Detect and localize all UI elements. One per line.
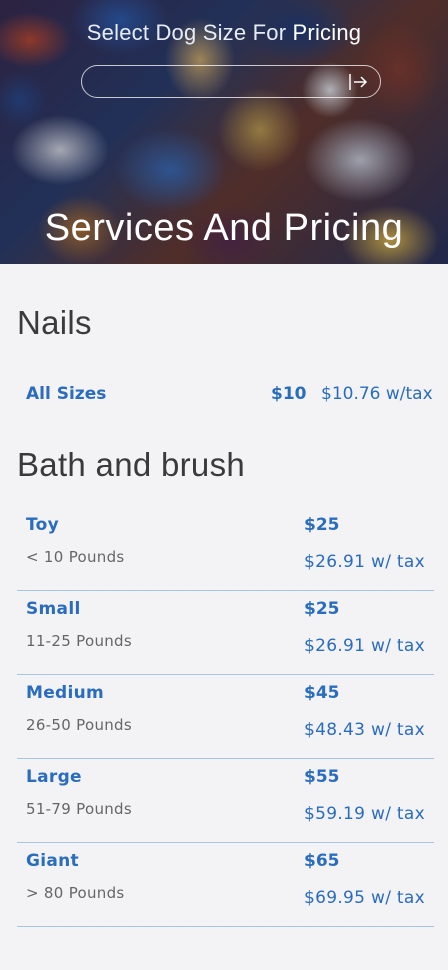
section-title-nails: Nails: [17, 304, 92, 341]
size-name: Medium: [26, 683, 105, 703]
size-name: Toy: [26, 515, 59, 535]
size-name: Giant: [26, 851, 79, 871]
size-price-with-tax: $26.91 w/ tax: [304, 636, 425, 656]
size-price: $45: [304, 683, 340, 703]
nails-size-label: All Sizes: [26, 384, 107, 404]
size-weight: 11-25 Pounds: [26, 632, 132, 650]
size-select-prompt: Select Dog Size For Pricing: [0, 20, 448, 46]
size-price: $25: [304, 599, 340, 619]
nails-price: $10: [271, 384, 307, 404]
nails-price-row: All Sizes $10 $10.76 w/tax: [0, 384, 448, 406]
size-weight: < 10 Pounds: [26, 548, 125, 566]
size-weight: 51-79 Pounds: [26, 800, 132, 818]
section-title-bath: Bath and brush: [17, 446, 246, 483]
hero-banner: Select Dog Size For Pricing Services And…: [0, 0, 448, 264]
size-price: $25: [304, 515, 340, 535]
size-price-with-tax: $48.43 w/ tax: [304, 720, 425, 740]
size-price-with-tax: $26.91 w/ tax: [304, 552, 425, 572]
price-row-medium: Medium 26-50 Pounds $45 $48.43 w/ tax: [17, 675, 434, 759]
bath-price-list: Toy < 10 Pounds $25 $26.91 w/ tax Small …: [17, 507, 434, 927]
size-price: $65: [304, 851, 340, 871]
prompt-prefix: Select Dog Size For: [86, 20, 293, 45]
size-name: Small: [26, 599, 81, 619]
prompt-emphasis: Pricing: [292, 20, 362, 45]
price-row-giant: Giant > 80 Pounds $65 $69.95 w/ tax: [17, 843, 434, 927]
price-row-toy: Toy < 10 Pounds $25 $26.91 w/ tax: [17, 507, 434, 591]
page-title: Services And Pricing: [44, 207, 404, 250]
price-row-large: Large 51-79 Pounds $55 $59.19 w/ tax: [17, 759, 434, 843]
dog-size-select[interactable]: [81, 65, 381, 98]
size-name: Large: [26, 767, 82, 787]
nails-price-with-tax: $10.76 w/tax: [321, 384, 433, 404]
size-price-with-tax: $69.95 w/ tax: [304, 888, 425, 908]
size-weight: 26-50 Pounds: [26, 716, 132, 734]
size-price: $55: [304, 767, 340, 787]
size-price-with-tax: $59.19 w/ tax: [304, 804, 425, 824]
price-row-small: Small 11-25 Pounds $25 $26.91 w/ tax: [17, 591, 434, 675]
arrow-right-to-bar-icon[interactable]: [347, 71, 369, 93]
size-weight: > 80 Pounds: [26, 884, 125, 902]
